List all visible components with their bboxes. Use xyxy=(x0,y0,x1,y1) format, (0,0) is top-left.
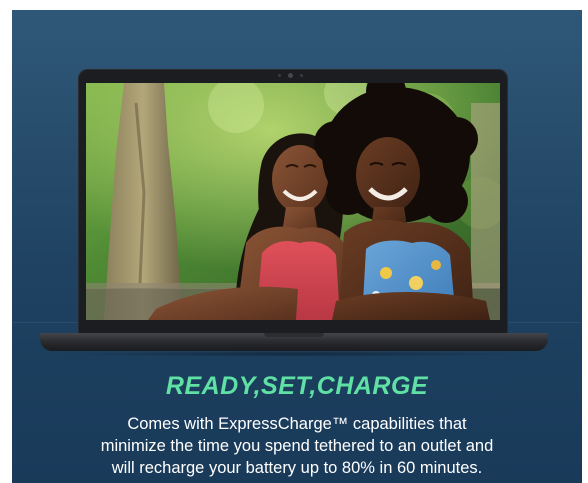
webcam-sensor-icon xyxy=(278,74,281,77)
headline: READY,SET,CHARGE xyxy=(165,372,429,400)
laptop-lid-notch xyxy=(264,333,324,337)
product-banner: READY,SET,CHARGE Comes with ExpressCharg… xyxy=(12,10,582,483)
laptop-screen-photo xyxy=(86,83,500,320)
two-women-smiling-photo xyxy=(86,83,500,320)
feature-description: Comes with ExpressCharge™ capabilities t… xyxy=(32,413,562,479)
webcam-icon xyxy=(288,73,293,78)
webcam-light-icon xyxy=(300,74,303,77)
description-line-1: Comes with ExpressCharge™ capabilities t… xyxy=(127,415,467,433)
laptop-base xyxy=(40,333,548,351)
laptop-shadow xyxy=(52,351,536,357)
description-line-3: will recharge your battery up to 80% in … xyxy=(111,459,483,477)
laptop-lid xyxy=(78,69,508,337)
description-line-2: minimize the time you spend tethered to … xyxy=(100,437,494,455)
